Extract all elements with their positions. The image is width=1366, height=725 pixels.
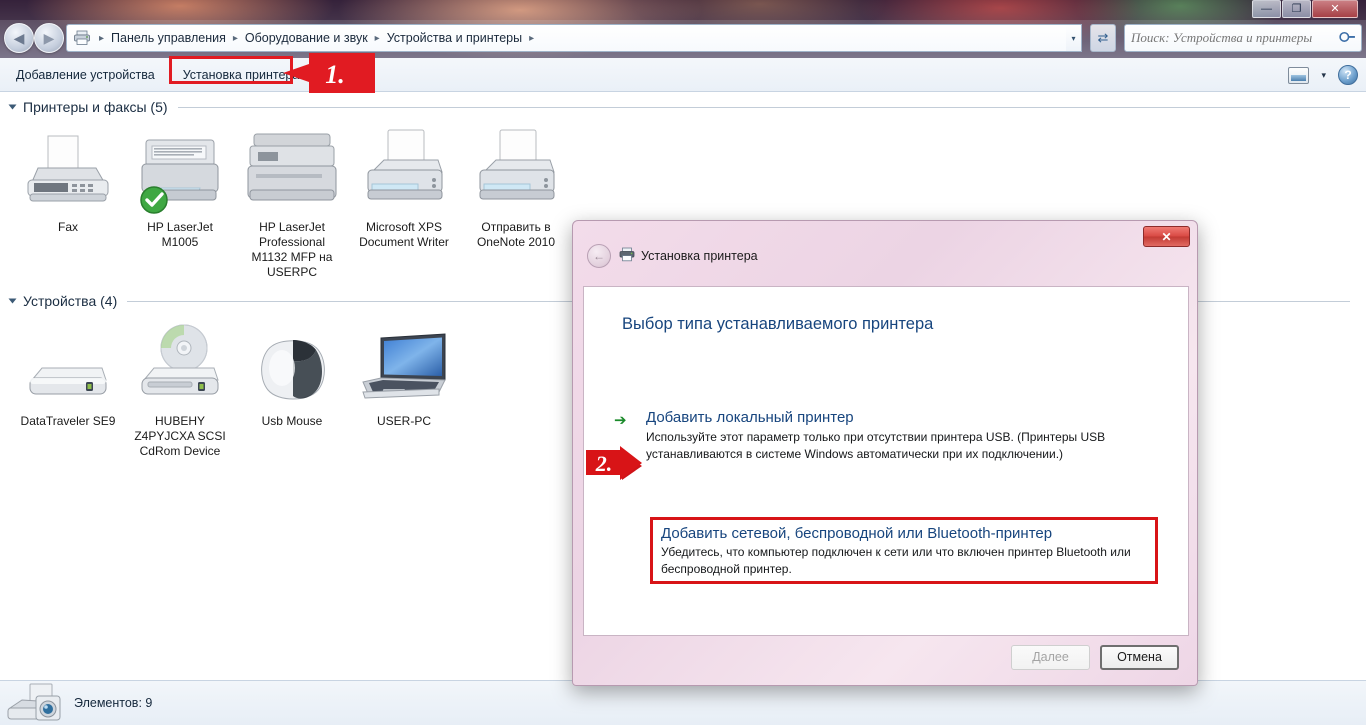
address-dropdown-button[interactable]: ▾ xyxy=(1066,24,1082,52)
maximize-button[interactable]: ❐ xyxy=(1282,0,1311,18)
status-text: Элементов: 9 xyxy=(74,696,153,710)
annotation-2-arrow: 2. xyxy=(586,446,642,497)
list-item[interactable]: HP LaserJet Professional M1132 MFP на US… xyxy=(236,128,348,280)
dialog-body: Выбор типа устанавливаемого принтера ➔ Д… xyxy=(583,286,1189,636)
fax-icon xyxy=(12,128,124,214)
preview-pane-icon[interactable] xyxy=(1288,66,1310,84)
item-label: Отправить в OneNote 2010 xyxy=(476,220,556,249)
help-icon[interactable]: ? xyxy=(1338,65,1358,85)
list-item[interactable]: HP LaserJet M1005 xyxy=(124,128,236,280)
option-network-printer[interactable]: Добавить сетевой, беспроводной или Bluet… xyxy=(650,517,1158,584)
usb-drive-icon xyxy=(12,322,124,408)
mfp-printer-icon xyxy=(236,128,348,214)
dialog-titlebar: ← Установка принтера xyxy=(577,225,1193,273)
forward-button[interactable]: ▶ xyxy=(34,23,64,53)
chevron-down-icon[interactable] xyxy=(8,104,17,110)
option-title[interactable]: Добавить сетевой, беспроводной или Bluet… xyxy=(661,525,1147,542)
breadcrumb-separator: ▸ xyxy=(529,32,535,44)
option-local-printer[interactable]: ➔ Добавить локальный принтер Используйте… xyxy=(614,409,1154,463)
item-label: Fax xyxy=(57,220,78,234)
mouse-icon xyxy=(236,322,348,408)
laser-printer-icon xyxy=(124,128,236,214)
add-device-button[interactable]: Добавление устройства xyxy=(4,62,167,88)
list-item[interactable]: Usb Mouse xyxy=(236,322,348,459)
add-printer-dialog: ✕ ← Установка принтера Выбор типа устана… xyxy=(572,220,1198,686)
printer-camera-icon xyxy=(0,682,74,724)
annotation-2-label: 2. xyxy=(595,451,613,476)
group-label: Принтеры и факсы (5) xyxy=(23,99,168,115)
cdrom-drive-icon xyxy=(124,322,236,408)
option-title[interactable]: Добавить локальный принтер xyxy=(646,409,1154,426)
breadcrumb-item-control-panel[interactable]: Панель управления xyxy=(108,29,229,47)
inkjet-printer-icon xyxy=(348,128,460,214)
list-item[interactable]: Fax xyxy=(12,128,124,280)
breadcrumb-separator: ▸ xyxy=(99,32,105,44)
search-input[interactable] xyxy=(1131,30,1340,46)
item-label: HUBEHY Z4PYJCXA SCSI CdRom Device xyxy=(134,414,226,458)
dialog-heading: Выбор типа устанавливаемого принтера xyxy=(622,315,934,333)
green-arrow-icon: ➔ xyxy=(614,412,627,429)
printer-icon xyxy=(73,30,91,46)
chevron-down-icon[interactable] xyxy=(8,298,17,304)
annotation-1-arrow: 1. xyxy=(283,53,375,98)
breadcrumb-item-devices-and-printers[interactable]: Устройства и принтеры xyxy=(384,29,525,47)
group-label: Устройства (4) xyxy=(23,293,118,309)
laptop-icon xyxy=(348,322,460,408)
dialog-title: Установка принтера xyxy=(641,249,758,263)
item-label: Usb Mouse xyxy=(261,414,323,428)
dialog-close-button[interactable]: ✕ xyxy=(1143,226,1190,247)
dialog-footer: Далее Отмена xyxy=(583,637,1189,677)
item-label: HP LaserJet M1005 xyxy=(147,220,213,249)
breadcrumb-item-hardware-and-sound[interactable]: Оборудование и звук xyxy=(242,29,371,47)
annotation-1-label: 1. xyxy=(325,60,345,89)
close-button[interactable]: ✕ xyxy=(1312,0,1358,18)
cancel-button[interactable]: Отмена xyxy=(1100,644,1179,670)
dialog-title-group: Установка принтера xyxy=(619,247,758,265)
option-description: Используйте этот параметр только при отс… xyxy=(646,430,1106,461)
breadcrumb[interactable]: ▸ Панель управления ▸ Оборудование и зву… xyxy=(66,24,1080,52)
breadcrumb-separator: ▸ xyxy=(374,32,380,44)
divider xyxy=(177,106,1350,108)
group-header[interactable]: Принтеры и факсы (5) xyxy=(0,96,1366,118)
annotation-1-box xyxy=(169,56,293,84)
breadcrumb-separator: ▸ xyxy=(232,32,238,44)
chevron-down-icon[interactable]: ▾ xyxy=(1315,70,1332,81)
item-label: HP LaserJet Professional M1132 MFP на US… xyxy=(251,220,333,279)
toolbar-right-group: ▾ ? xyxy=(1288,58,1358,92)
option-description: Убедитесь, что компьютер подключен к сет… xyxy=(661,545,1131,576)
list-item[interactable]: USER-PC xyxy=(348,322,460,459)
minimize-button[interactable]: — xyxy=(1252,0,1281,18)
dialog-back-button[interactable]: ← xyxy=(587,244,611,268)
item-label: USER-PC xyxy=(376,414,431,428)
next-button[interactable]: Далее xyxy=(1011,644,1090,670)
printer-icon xyxy=(619,247,635,265)
address-bar-row: ◀ ▶ ▾ ▸ Панель управления ▸ Оборудование… xyxy=(0,20,1366,58)
list-item[interactable]: Отправить в OneNote 2010 xyxy=(460,128,572,280)
list-item[interactable]: Microsoft XPS Document Writer xyxy=(348,128,460,280)
item-label: Microsoft XPS Document Writer xyxy=(359,220,449,249)
refresh-button[interactable]: ⇄ xyxy=(1090,24,1116,52)
list-item[interactable]: DataTraveler SE9 xyxy=(12,322,124,459)
back-button[interactable]: ◀ xyxy=(4,23,34,53)
search-box[interactable] xyxy=(1124,24,1362,52)
list-item[interactable]: HUBEHY Z4PYJCXA SCSI CdRom Device xyxy=(124,322,236,459)
window-controls: — ❐ ✕ xyxy=(1252,0,1358,18)
window-titlebar: — ❐ ✕ xyxy=(0,0,1366,20)
inkjet-printer-icon xyxy=(460,128,572,214)
item-label: DataTraveler SE9 xyxy=(20,414,116,428)
status-bar: Элементов: 9 xyxy=(0,680,1366,725)
